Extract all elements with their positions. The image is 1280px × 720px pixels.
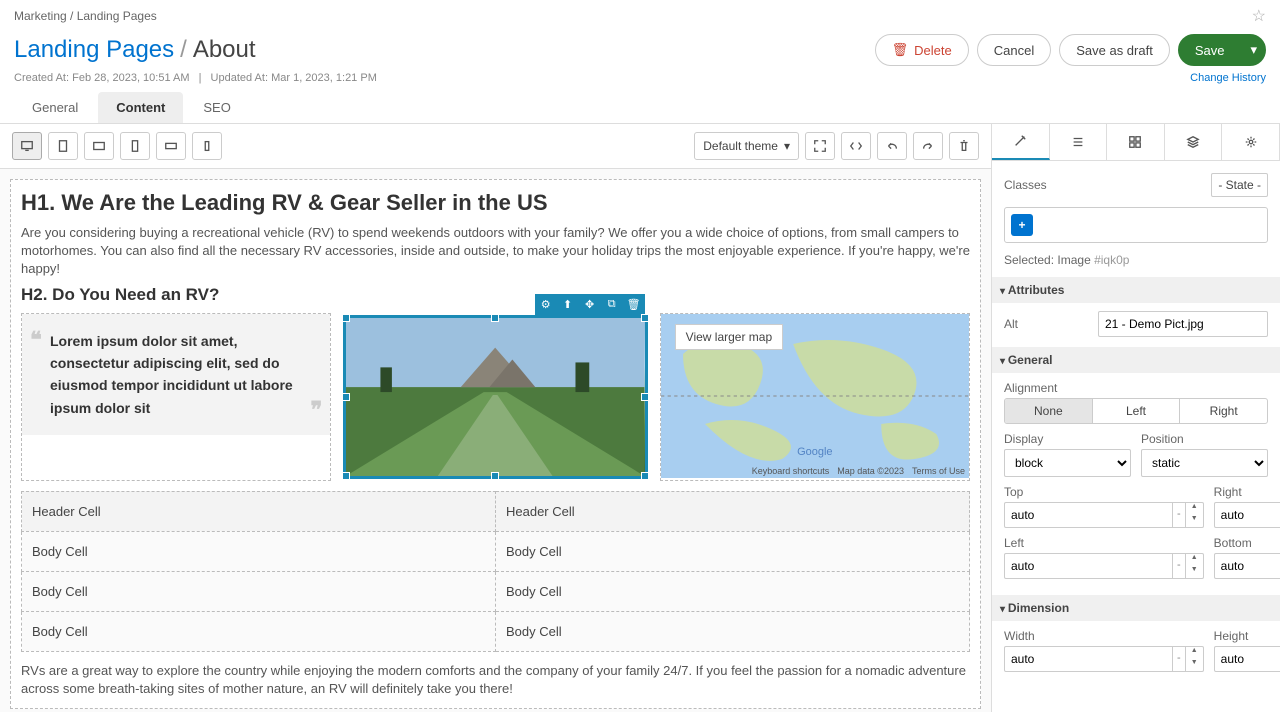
title-link[interactable]: Landing Pages — [14, 36, 174, 64]
fullscreen-icon[interactable] — [805, 132, 835, 160]
code-icon[interactable] — [841, 132, 871, 160]
left-input[interactable] — [1004, 553, 1173, 579]
sidetab-blocks-icon[interactable] — [1107, 124, 1165, 160]
table-cell[interactable]: Body Cell — [496, 531, 970, 571]
undo-icon[interactable] — [877, 132, 907, 160]
title-current: About — [193, 36, 256, 64]
content-p2[interactable]: RVs are a great way to explore the count… — [21, 662, 970, 698]
alignment-label: Alignment — [1004, 381, 1268, 395]
title-sep: / — [180, 36, 187, 64]
table-cell[interactable]: Body Cell — [496, 611, 970, 651]
align-right[interactable]: Right — [1180, 399, 1267, 423]
device-toolbar — [12, 132, 222, 160]
bottom-input[interactable] — [1214, 553, 1280, 579]
width-label: Width — [1004, 629, 1204, 643]
column-map[interactable]: View larger map Google Keyboard shortcut… — [660, 313, 970, 481]
sel-settings-icon[interactable]: ⚙ — [535, 294, 557, 316]
table-cell[interactable]: Body Cell — [22, 571, 496, 611]
position-label: Position — [1141, 432, 1268, 446]
sidetab-layers-icon[interactable] — [1165, 124, 1223, 160]
classes-box[interactable]: + — [1004, 207, 1268, 243]
sel-parent-icon[interactable]: ⬆ — [557, 294, 579, 316]
content-p1[interactable]: Are you considering buying a recreationa… — [21, 224, 970, 279]
column-image[interactable]: ⚙ ⬆ ✥ ⧉ 🗑 — [341, 313, 649, 481]
sidetab-styles-icon[interactable] — [992, 124, 1050, 160]
save-dropdown[interactable]: ▾ — [1241, 34, 1266, 66]
align-left[interactable]: Left — [1093, 399, 1181, 423]
top-label: Top — [1004, 485, 1204, 499]
down-icon[interactable]: ▼ — [1186, 515, 1203, 527]
height-label: Height — [1214, 629, 1280, 643]
table-cell[interactable]: Body Cell — [496, 571, 970, 611]
device-desktop-icon[interactable] — [12, 132, 42, 160]
selection-toolbar: ⚙ ⬆ ✥ ⧉ 🗑 — [535, 294, 645, 316]
cancel-button[interactable]: Cancel — [977, 34, 1051, 66]
favorite-star-icon[interactable]: ☆ — [1252, 6, 1266, 26]
selected-element: Selected: Image #iqk0p — [1004, 253, 1268, 267]
device-small-icon[interactable] — [192, 132, 222, 160]
alt-label: Alt — [1004, 317, 1018, 331]
column-quote[interactable]: Lorem ipsum dolor sit amet, consectetur … — [21, 313, 331, 481]
table-cell[interactable]: Body Cell — [22, 531, 496, 571]
sidetab-settings-icon[interactable] — [1222, 124, 1280, 160]
trash-icon: 🗑 — [892, 42, 909, 58]
save-button[interactable]: Save — [1178, 34, 1242, 66]
content-h2[interactable]: H2. Do You Need an RV? — [21, 285, 970, 305]
device-tablet-icon[interactable] — [48, 132, 78, 160]
section-attributes[interactable]: Attributes — [992, 277, 1280, 303]
map-view-larger[interactable]: View larger map — [675, 324, 783, 350]
right-input[interactable] — [1214, 502, 1280, 528]
sel-move-icon[interactable]: ✥ — [579, 294, 601, 316]
table-header[interactable]: Header Cell — [22, 491, 496, 531]
sel-copy-icon[interactable]: ⧉ — [601, 294, 623, 316]
tab-content[interactable]: Content — [98, 92, 183, 123]
display-select[interactable]: block — [1004, 449, 1131, 477]
device-mobile-icon[interactable] — [120, 132, 150, 160]
change-history-link[interactable]: Change History — [1190, 72, 1266, 84]
left-label: Left — [1004, 536, 1204, 550]
image-preview — [346, 318, 644, 476]
content-h1[interactable]: H1. We Are the Leading RV & Gear Seller … — [21, 190, 970, 216]
delete-button[interactable]: 🗑Delete — [875, 34, 969, 66]
map-embed[interactable]: View larger map Google Keyboard shortcut… — [661, 314, 969, 478]
sel-delete-icon[interactable]: 🗑 — [623, 294, 645, 316]
height-input[interactable] — [1214, 646, 1280, 672]
position-select[interactable]: static — [1141, 449, 1268, 477]
section-dimension[interactable]: Dimension — [992, 595, 1280, 621]
right-label: Right — [1214, 485, 1280, 499]
device-tablet-land-icon[interactable] — [84, 132, 114, 160]
width-input[interactable] — [1004, 646, 1173, 672]
classes-label: Classes — [1004, 178, 1047, 192]
save-draft-button[interactable]: Save as draft — [1059, 34, 1170, 66]
google-logo: Google — [797, 446, 832, 458]
breadcrumb[interactable]: Marketing / Landing Pages — [14, 9, 157, 23]
bottom-label: Bottom — [1214, 536, 1280, 550]
table-cell[interactable]: Body Cell — [22, 611, 496, 651]
align-none[interactable]: None — [1005, 399, 1093, 423]
tab-seo[interactable]: SEO — [185, 92, 248, 123]
up-icon[interactable]: ▲ — [1186, 503, 1203, 515]
content-table[interactable]: Header Cell Header Cell Body CellBody Ce… — [21, 491, 970, 652]
display-label: Display — [1004, 432, 1131, 446]
selected-image[interactable]: ⚙ ⬆ ✥ ⧉ 🗑 — [343, 315, 647, 479]
section-general[interactable]: General — [992, 347, 1280, 373]
clear-icon[interactable] — [949, 132, 979, 160]
redo-icon[interactable] — [913, 132, 943, 160]
tab-general[interactable]: General — [14, 92, 96, 123]
table-header[interactable]: Header Cell — [496, 491, 970, 531]
map-footer: Keyboard shortcuts Map data ©2023 Terms … — [752, 466, 965, 476]
page-title: Landing Pages / About — [14, 36, 256, 64]
state-select[interactable]: - State - — [1211, 173, 1268, 197]
blockquote[interactable]: Lorem ipsum dolor sit amet, consectetur … — [22, 314, 330, 436]
theme-select[interactable]: Default theme ▾ — [694, 132, 799, 160]
meta-timestamps: Created At: Feb 28, 2023, 10:51 AM | Upd… — [14, 72, 377, 84]
add-class-button[interactable]: + — [1011, 214, 1033, 236]
alt-input[interactable] — [1098, 311, 1268, 337]
caret-down-icon: ▾ — [784, 139, 790, 153]
sidetab-traits-icon[interactable] — [1050, 124, 1108, 160]
device-mobile-land-icon[interactable] — [156, 132, 186, 160]
top-input[interactable] — [1004, 502, 1173, 528]
